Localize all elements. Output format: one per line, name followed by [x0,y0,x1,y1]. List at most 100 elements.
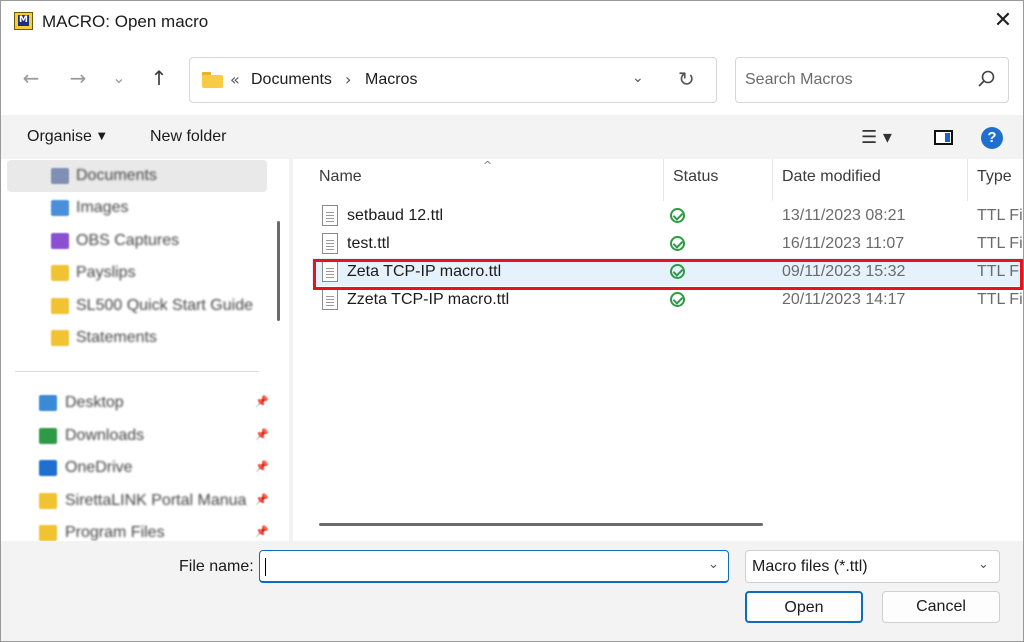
navigation-pane: Documents Images OBS Captures Payslips S… [1,159,289,541]
address-dropdown-icon[interactable]: ⌄ [632,70,644,86]
file-type: TTL File [977,263,1023,280]
cancel-button[interactable]: Cancel [882,591,1000,623]
sidebar-item-label: SL500 Quick Start Guide [76,297,253,314]
column-header-type[interactable]: Type [977,168,1012,204]
file-row[interactable]: test.ttl 16/11/2023 11:07 TTL File [312,230,1023,258]
forward-arrow-icon[interactable]: → [64,64,92,92]
preview-pane-icon[interactable] [934,130,953,145]
breadcrumb-documents[interactable]: Documents [251,71,332,89]
sidebar-item-images[interactable]: Images [7,192,267,224]
chevron-down-icon: ⌄ [978,557,989,572]
sidebar-item-label: Statements [76,329,157,346]
navigation-pane-scrollbar[interactable] [277,221,280,321]
sync-ok-icon [670,292,685,307]
title-bar: M MACRO: Open macro ✕ [1,1,1023,43]
macro-app-icon: M [14,12,33,30]
file-list: ^ Name Status Date modified Type setbaud… [293,159,1023,541]
breadcrumb-macros[interactable]: Macros [365,71,417,89]
sync-ok-icon [670,208,685,223]
sidebar-item-label: Desktop [65,394,124,411]
folder-icon [51,265,69,281]
change-view-icon[interactable]: ☰ ▾ [861,127,892,148]
file-date-modified: 09/11/2023 15:32 [782,263,906,280]
organise-button[interactable]: Organise ▼ [27,128,106,146]
onedrive-icon [39,460,57,476]
sidebar-item-label: Program Files [65,524,165,541]
file-type-select[interactable]: Macro files (*.ttl) ⌄ [745,550,1000,583]
sidebar-item-downloads[interactable]: Downloads 📌 [7,420,269,452]
pin-icon[interactable]: 📌 [255,525,269,538]
file-row-selected[interactable]: Zeta TCP-IP macro.ttl 09/11/2023 15:32 T… [312,258,1023,286]
refresh-icon[interactable]: ↻ [678,67,695,91]
file-name-label: File name: [179,558,254,575]
column-divider[interactable] [772,159,773,201]
sidebar-item-statements[interactable]: Statements [7,322,267,354]
folder-icon [39,493,57,509]
chevron-down-icon[interactable]: ⌄ [708,557,719,572]
pin-icon[interactable]: 📌 [255,493,269,506]
pin-icon[interactable]: 📌 [255,395,269,408]
file-date-modified: 16/11/2023 11:07 [782,235,905,252]
up-arrow-icon[interactable]: ↑ [145,64,173,92]
pin-icon[interactable]: 📌 [255,428,269,441]
sidebar-item-label: Documents [76,167,157,184]
file-name: Zeta TCP-IP macro.ttl [347,263,502,280]
file-date-modified: 13/11/2023 08:21 [782,207,906,224]
help-icon[interactable]: ? [981,127,1003,149]
back-arrow-icon[interactable]: ← [17,64,45,92]
file-name: setbaud 12.ttl [347,207,444,224]
close-icon[interactable]: ✕ [989,7,1017,35]
file-name-input[interactable]: ⌄ [259,550,729,583]
column-divider[interactable] [967,159,968,201]
text-file-icon [322,289,338,310]
sidebar-item-onedrive[interactable]: OneDrive 📌 [7,452,269,484]
file-row[interactable]: setbaud 12.ttl 13/11/2023 08:21 TTL File [312,202,1023,230]
sidebar-item-desktop[interactable]: Desktop 📌 [7,387,269,419]
breadcrumb-overflow-icon[interactable]: « [230,70,240,89]
downloads-icon [39,428,57,444]
sidebar-item-label: Downloads [65,427,145,444]
recent-locations-chevron-icon[interactable]: ⌄ [105,64,133,92]
search-box[interactable]: Search Macros [735,57,1009,103]
sidebar-item-payslips[interactable]: Payslips [7,257,267,289]
file-type: TTL File [977,291,1023,308]
search-icon[interactable] [976,68,998,90]
sidebar-item-program-files[interactable]: Program Files 📌 [7,517,269,541]
address-bar[interactable]: « Documents › Macros ⌄ ↻ [189,57,717,103]
new-folder-button[interactable]: New folder [150,128,226,146]
sync-ok-icon [670,264,685,279]
folder-icon [51,330,69,346]
file-type-value: Macro files (*.ttl) [752,558,868,575]
column-header-name[interactable]: Name [319,168,362,204]
open-button[interactable]: Open [745,591,863,623]
column-header-status[interactable]: Status [673,168,718,204]
command-bar: Organise ▼ New folder ☰ ▾ ? [1,115,1023,159]
sidebar-item-sirettalink-portal-manua[interactable]: SirettaLINK Portal Manua 📌 [7,485,269,517]
chevron-down-icon: ▼ [97,131,106,142]
open-macro-dialog: M MACRO: Open macro ✕ ← → ⌄ ↑ « Document… [0,0,1024,642]
text-file-icon [322,261,338,282]
navigation-bar: ← → ⌄ ↑ « Documents › Macros ⌄ ↻ Search … [1,43,1023,115]
file-type: TTL File [977,235,1023,252]
search-input[interactable]: Search Macros [745,71,853,89]
text-caret [265,558,266,576]
file-list-horizontal-scrollbar[interactable] [319,523,763,526]
folder-icon [51,298,69,314]
column-divider[interactable] [663,159,664,201]
sort-ascending-icon: ^ [483,159,493,172]
folder-icon [39,525,57,541]
images-icon [51,200,69,216]
pin-icon[interactable]: 📌 [255,460,269,473]
obs-captures-icon [51,233,69,249]
desktop-icon [39,395,57,411]
column-header-date-modified[interactable]: Date modified [782,168,881,204]
sidebar-item-obs-captures[interactable]: OBS Captures [7,225,267,257]
breadcrumb-separator-icon[interactable]: › [345,70,351,89]
sidebar-item-label: OneDrive [65,459,133,476]
sidebar-item-sl500-quick-start-guide[interactable]: SL500 Quick Start Guide [7,290,267,322]
file-row[interactable]: Zzeta TCP-IP macro.ttl 20/11/2023 14:17 … [312,286,1023,314]
sync-ok-icon [670,236,685,251]
dialog-footer: File name: ⌄ Macro files (*.ttl) ⌄ Open … [1,541,1023,641]
sidebar-item-documents[interactable]: Documents [7,160,267,192]
organise-label: Organise [27,128,92,145]
